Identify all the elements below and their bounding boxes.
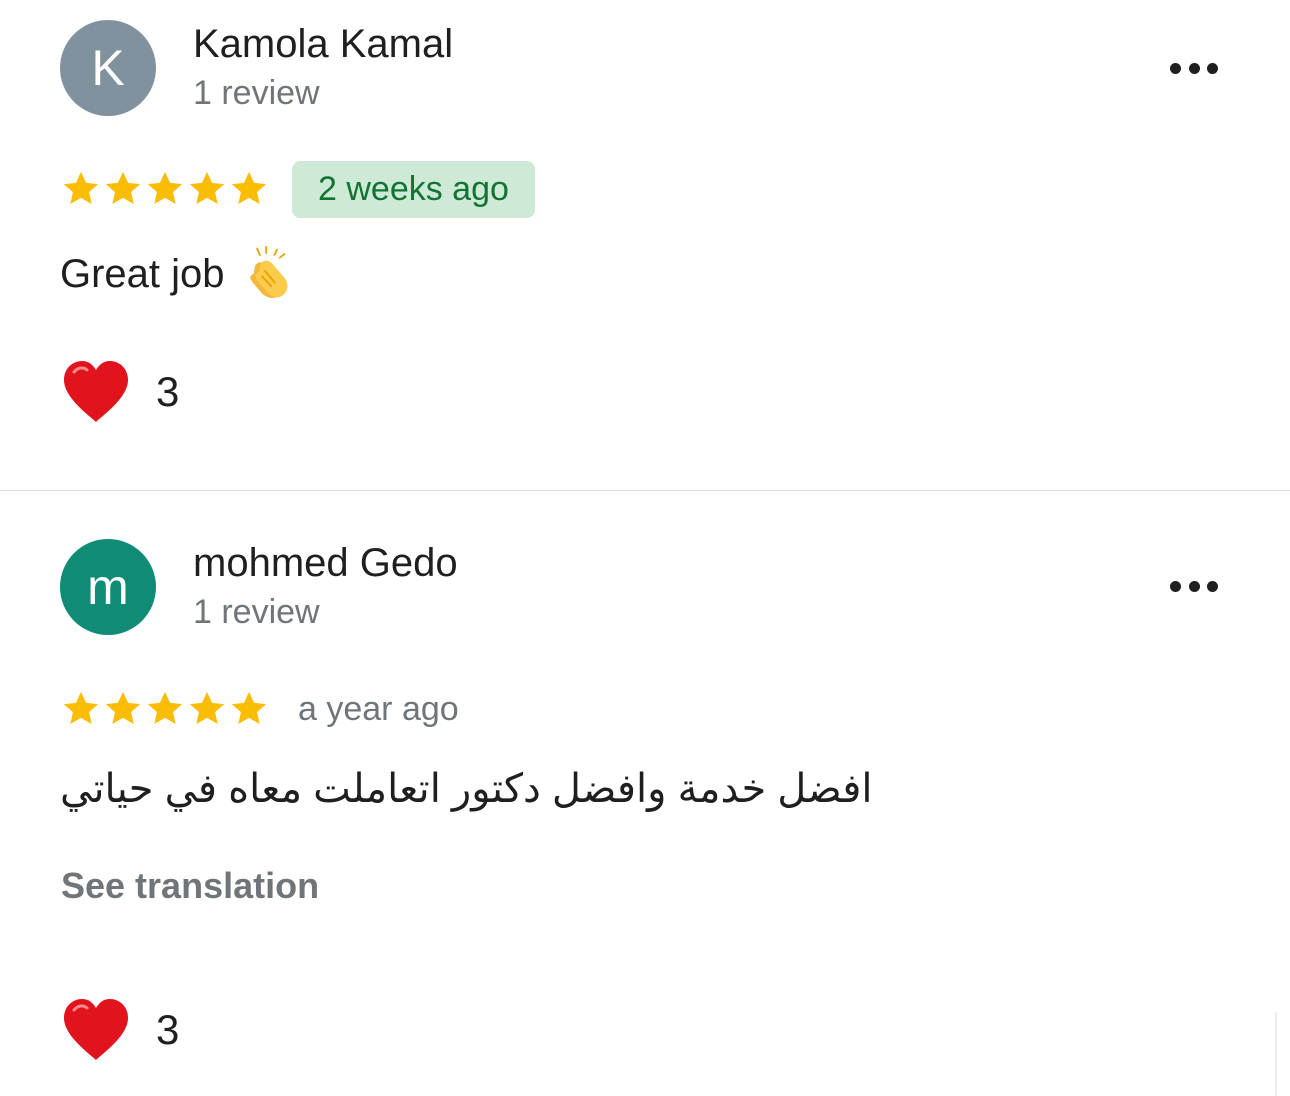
review-text-content: افضل خدمة وافضل دكتور اتعاملت معاه في حي…: [60, 767, 873, 811]
rating-row: 2 weeks ago: [60, 160, 535, 218]
star-icon: [60, 688, 102, 730]
star-rating: [60, 688, 270, 730]
star-icon: [228, 168, 270, 210]
avatar-letter: m: [87, 559, 129, 615]
clapping-hands-icon: [239, 245, 297, 303]
author-review-count: 1 review: [193, 74, 320, 112]
star-icon: [60, 168, 102, 210]
star-icon: [186, 168, 228, 210]
more-options-button[interactable]: [1164, 568, 1224, 604]
more-dot: [1207, 62, 1218, 74]
see-translation-link[interactable]: See translation: [61, 865, 319, 907]
avatar[interactable]: K: [60, 20, 156, 116]
red-heart-icon: [60, 996, 132, 1064]
author-review-count: 1 review: [193, 593, 320, 631]
review-text: Great job: [60, 245, 297, 303]
star-icon: [186, 688, 228, 730]
star-icon: [144, 688, 186, 730]
review-text: افضل خدمة وافضل دكتور اتعاملت معاه في حي…: [60, 766, 873, 812]
review-time-badge: 2 weeks ago: [292, 160, 535, 218]
reviews-page: K Kamola Kamal 1 review 2 weeks ago Grea…: [0, 0, 1290, 1096]
star-icon: [102, 168, 144, 210]
reaction-count: 3: [156, 1006, 180, 1053]
more-dot: [1188, 580, 1200, 592]
star-rating: [60, 168, 270, 210]
reaction-count: 3: [156, 368, 180, 415]
more-options-button[interactable]: [1164, 50, 1224, 86]
reaction-button[interactable]: 3: [60, 996, 179, 1064]
star-icon: [144, 168, 186, 210]
rating-row: a year ago: [60, 680, 485, 738]
star-icon: [228, 688, 270, 730]
avatar-letter: K: [91, 40, 125, 96]
more-dot: [1207, 580, 1218, 592]
author-name[interactable]: mohmed Gedo: [193, 541, 458, 586]
review-text-content: Great job: [60, 251, 225, 296]
review-card: K Kamola Kamal 1 review 2 weeks ago Grea…: [0, 0, 1290, 490]
more-dot: [1188, 62, 1200, 74]
avatar[interactable]: m: [60, 539, 156, 635]
more-dot: [1170, 62, 1181, 74]
red-heart-icon: [60, 358, 132, 426]
review-card: m mohmed Gedo 1 review a year ago افضل خ…: [0, 491, 1290, 1096]
reaction-button[interactable]: 3: [60, 358, 179, 426]
author-name[interactable]: Kamola Kamal: [193, 22, 453, 67]
review-time: a year ago: [298, 689, 459, 728]
star-icon: [102, 688, 144, 730]
scrollbar[interactable]: [1275, 1012, 1277, 1096]
more-dot: [1170, 580, 1181, 592]
